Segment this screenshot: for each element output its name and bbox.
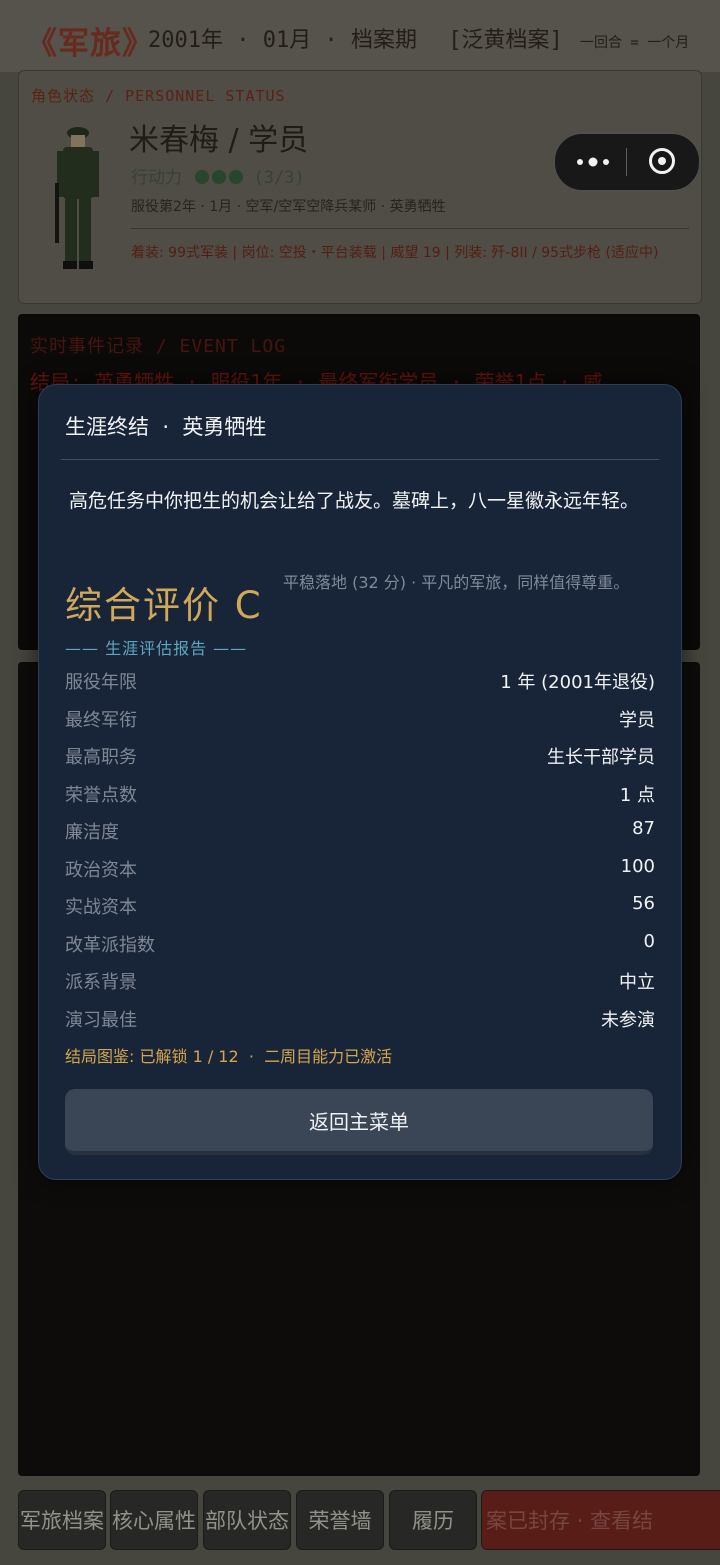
report-row: 服役年限 1 年 (2001年退役) bbox=[65, 662, 655, 700]
character-name: 米春梅 / 学员 bbox=[129, 123, 309, 158]
report-key: 最终军衔 bbox=[65, 709, 137, 731]
action-points: 行动力 (3/3) bbox=[131, 163, 305, 188]
app-brand: 《军旅》 bbox=[26, 26, 154, 62]
report-value: 100 bbox=[620, 855, 655, 877]
service-info: 服役第2年 · 1月 · 空军/空军空降兵某师 · 英勇牺牲 bbox=[131, 199, 446, 215]
report-value: 生长干部学员 bbox=[547, 747, 655, 768]
game-date: 2001年 · 01月 · 档案期 bbox=[148, 28, 417, 53]
report-key: 演习最佳 bbox=[65, 1009, 137, 1031]
miniprogram-capsule bbox=[554, 133, 700, 191]
ending-description: 高危任务中你把生的机会让给了战友。墓碑上，八一星徽永远年轻。 bbox=[69, 490, 640, 512]
report-key: 政治资本 bbox=[65, 859, 137, 881]
action-label: 行动力 bbox=[131, 168, 182, 188]
modal-title: 生涯终结 · 英勇牺牲 bbox=[65, 415, 267, 439]
report-key: 荣誉点数 bbox=[65, 784, 137, 806]
report-key: 服役年限 bbox=[65, 672, 137, 693]
report-value: 1 点 bbox=[619, 784, 655, 806]
report-value: 中立 bbox=[619, 972, 655, 993]
soldier-avatar bbox=[55, 127, 99, 269]
return-main-menu-button[interactable]: 返回主菜单 bbox=[65, 1089, 653, 1155]
report-row: 实战资本 56 bbox=[65, 887, 655, 925]
bottom-tab-bar: 军旅档案 核心属性 部队状态 荣誉墙 履历 案已封存 · 查看结 bbox=[0, 1484, 720, 1565]
divider bbox=[131, 228, 689, 229]
more-icon[interactable] bbox=[573, 150, 613, 174]
modal-divider bbox=[61, 459, 659, 460]
overall-grade: 综合评价 C bbox=[65, 584, 263, 627]
report-value: 学员 bbox=[619, 709, 655, 731]
report-row: 廉洁度 87 bbox=[65, 812, 655, 850]
report-value: 1 年 (2001年退役) bbox=[500, 672, 655, 693]
tab-unit-status[interactable]: 部队状态 bbox=[203, 1490, 291, 1550]
tab-resume[interactable]: 履历 bbox=[389, 1490, 477, 1550]
close-target-icon[interactable] bbox=[649, 148, 675, 174]
date-info: 2001年 · 01月 · 档案期 [泛黄档案] 一回合 = 一个月 bbox=[148, 22, 689, 54]
career-end-modal: 生涯终结 · 英勇牺牲 高危任务中你把生的机会让给了战友。墓碑上，八一星徽永远年… bbox=[38, 384, 682, 1180]
tab-honor-wall[interactable]: 荣誉墙 bbox=[296, 1490, 384, 1550]
report-row: 最高职务 生长干部学员 bbox=[65, 737, 655, 775]
action-dot-icon bbox=[212, 170, 227, 184]
report-key: 改革派指数 bbox=[65, 934, 155, 956]
grade-description: 平稳落地 (32 分) · 平凡的军旅，同样值得尊重。 bbox=[283, 573, 630, 592]
report-row: 最终军衔 学员 bbox=[65, 700, 655, 738]
report-value: 0 bbox=[643, 930, 655, 952]
status-heading: 角色状态 / PERSONNEL STATUS bbox=[31, 87, 286, 105]
report-key: 派系背景 bbox=[65, 972, 137, 993]
report-row: 派系背景 中立 bbox=[65, 962, 655, 1000]
report-key: 实战资本 bbox=[65, 897, 137, 918]
report-value: 56 bbox=[632, 893, 655, 914]
report-row: 演习最佳 未参演 bbox=[65, 1000, 655, 1038]
report-key: 廉洁度 bbox=[65, 822, 119, 843]
report-row: 政治资本 100 bbox=[65, 850, 655, 888]
top-bar: 《军旅》 2001年 · 01月 · 档案期 [泛黄档案] 一回合 = 一个月 bbox=[0, 0, 720, 72]
action-dot-icon bbox=[229, 170, 244, 184]
report-section-heading: —— 生涯评估报告 —— bbox=[65, 639, 248, 658]
equipment-info: 着装: 99式军装 | 岗位: 空投・平台装载 | 威望 19 | 列装: 歼-… bbox=[131, 245, 659, 261]
report-row: 荣誉点数 1 点 bbox=[65, 775, 655, 813]
action-count: (3/3) bbox=[253, 168, 305, 188]
tab-archive[interactable]: 军旅档案 bbox=[18, 1490, 106, 1550]
report-row: 改革派指数 0 bbox=[65, 925, 655, 963]
archive-sealed-button[interactable]: 案已封存 · 查看结 bbox=[481, 1490, 720, 1550]
action-dot-icon bbox=[195, 170, 210, 184]
event-log-heading: 实时事件记录 / EVENT LOG bbox=[30, 336, 287, 357]
capsule-divider bbox=[626, 148, 627, 176]
career-report: 服役年限 1 年 (2001年退役) 最终军衔 学员 最高职务 生长干部学员 荣誉点数… bbox=[65, 662, 655, 1037]
archive-tag: [泛黄档案] bbox=[448, 28, 563, 53]
report-key: 最高职务 bbox=[65, 747, 137, 768]
ending-unlock-status: 结局图鉴: 已解锁 1 / 12 · 二周目能力已激活 bbox=[65, 1047, 393, 1066]
round-note: 一回合 = 一个月 bbox=[579, 35, 690, 51]
report-value: 未参演 bbox=[601, 1009, 655, 1031]
report-value: 87 bbox=[632, 818, 655, 839]
tab-core-attributes[interactable]: 核心属性 bbox=[110, 1490, 198, 1550]
